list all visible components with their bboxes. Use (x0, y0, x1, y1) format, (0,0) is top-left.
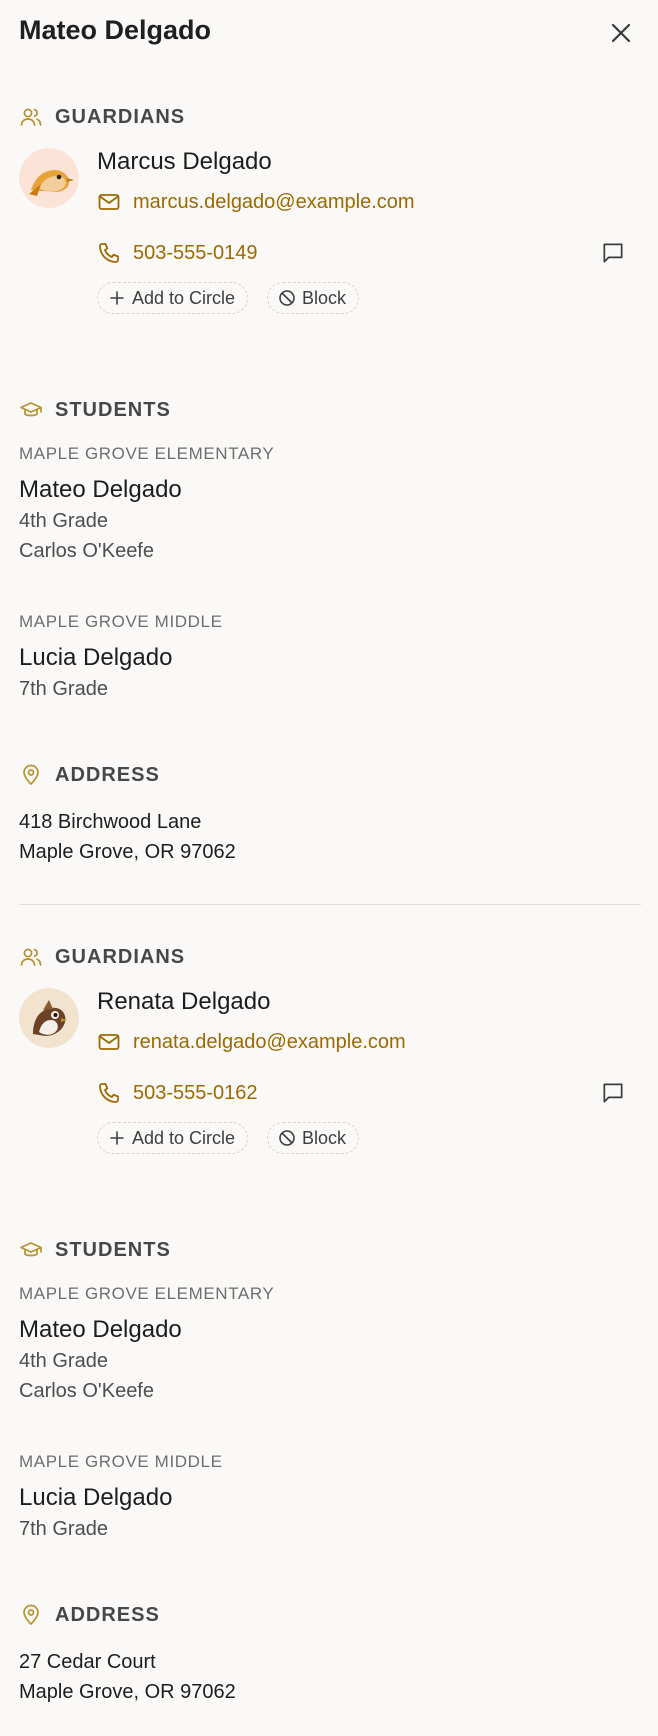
divider (19, 904, 641, 905)
guardian-name: Renata Delgado (97, 988, 271, 1015)
avatar (19, 148, 79, 208)
guardian-phone: 503-555-0162 (133, 1081, 258, 1104)
graduation-cap-icon (20, 402, 42, 417)
section-title: ADDRESS (55, 1603, 160, 1626)
guardian-email: marcus.delgado@example.com (133, 190, 415, 213)
map-pin-icon (23, 764, 39, 785)
email-link[interactable]: marcus.delgado@example.com (97, 188, 415, 216)
users-icon (20, 948, 42, 966)
section-title: STUDENTS (55, 1238, 171, 1261)
address-header: ADDRESS (19, 1602, 639, 1628)
address-line2: Maple Grove, OR 97062 (19, 841, 236, 863)
student-teacher: Carlos O'Keefe (19, 540, 154, 562)
page-title: Mateo Delgado (19, 15, 212, 45)
panel-header: Mateo Delgado (0, 0, 658, 66)
message-button[interactable] (600, 240, 626, 266)
block-button[interactable]: Block (267, 1122, 360, 1154)
student-name[interactable]: Mateo Delgado (19, 476, 182, 504)
map-pin-icon (23, 1604, 39, 1625)
users-icon (20, 108, 42, 126)
guardians-header: GUARDIANS (19, 104, 639, 130)
student-name[interactable]: Lucia Delgado (19, 1484, 172, 1512)
guardian-card: Marcus Delgado marcus.delgado@example.co… (19, 130, 639, 320)
student-grade: 7th Grade (19, 678, 108, 700)
add-to-circle-button[interactable]: Add to Circle (97, 282, 249, 314)
address-header: ADDRESS (19, 762, 639, 788)
graduation-cap-icon (20, 1242, 42, 1257)
guardians-section: GUARDIANS Marcus Delgado marcus.delgado@… (19, 104, 639, 320)
section-title: GUARDIANS (55, 105, 186, 128)
message-button[interactable] (600, 1080, 626, 1106)
phone-icon (99, 1083, 119, 1103)
student-teacher: Carlos O'Keefe (19, 1380, 154, 1402)
block-icon (279, 1130, 295, 1146)
address-line1: 418 Birchwood Lane (19, 811, 202, 833)
add-to-circle-button[interactable]: Add to Circle (97, 1122, 249, 1154)
phone-link[interactable]: 503-555-0149 (97, 239, 258, 267)
students-section: STUDENTS MAPLE GROVE ELEMENTARY Mateo De… (19, 397, 639, 701)
student-school: MAPLE GROVE ELEMENTARY (19, 1284, 275, 1303)
message-icon (603, 243, 623, 263)
add-to-circle-label: Add to Circle (132, 1127, 236, 1148)
student-school: MAPLE GROVE MIDDLE (19, 1452, 223, 1471)
block-label: Block (302, 287, 347, 308)
close-icon (611, 23, 631, 43)
students-header: STUDENTS (19, 397, 639, 423)
students-header: STUDENTS (19, 1237, 639, 1263)
student-grade: 7th Grade (19, 1518, 108, 1540)
message-icon (603, 1083, 623, 1103)
plus-icon (110, 291, 124, 305)
block-button[interactable]: Block (267, 282, 360, 314)
block-icon (279, 290, 295, 306)
email-link[interactable]: renata.delgado@example.com (97, 1028, 406, 1056)
add-to-circle-label: Add to Circle (132, 287, 236, 308)
guardian-phone: 503-555-0149 (133, 241, 258, 264)
mail-icon (98, 1034, 120, 1050)
phone-icon (99, 243, 119, 263)
mail-icon (98, 194, 120, 210)
student-grade: 4th Grade (19, 1350, 108, 1372)
student-name[interactable]: Mateo Delgado (19, 1316, 182, 1344)
section-title: STUDENTS (55, 398, 171, 421)
guardians-header: GUARDIANS (19, 944, 639, 970)
section-title: ADDRESS (55, 763, 160, 786)
block-label: Block (302, 1127, 347, 1148)
contact-detail-panel: Mateo Delgado GUARDIANS Marcus Delgado m… (0, 0, 658, 1736)
close-button[interactable] (606, 18, 636, 48)
student-grade: 4th Grade (19, 510, 108, 532)
avatar (19, 988, 79, 1048)
plus-icon (110, 1131, 124, 1145)
guardian-card: Renata Delgado renata.delgado@example.co… (19, 970, 639, 1160)
student-school: MAPLE GROVE ELEMENTARY (19, 444, 275, 463)
phone-link[interactable]: 503-555-0162 (97, 1079, 258, 1107)
address-section: ADDRESS 418 Birchwood Lane Maple Grove, … (19, 762, 639, 872)
section-title: GUARDIANS (55, 945, 186, 968)
student-school: MAPLE GROVE MIDDLE (19, 612, 223, 631)
address-line1: 27 Cedar Court (19, 1651, 156, 1673)
address-section: ADDRESS 27 Cedar Court Maple Grove, OR 9… (19, 1602, 639, 1712)
address-line2: Maple Grove, OR 97062 (19, 1681, 236, 1703)
student-name[interactable]: Lucia Delgado (19, 644, 172, 672)
guardian-name: Marcus Delgado (97, 148, 272, 175)
students-section: STUDENTS MAPLE GROVE ELEMENTARY Mateo De… (19, 1237, 639, 1541)
guardians-section: GUARDIANS Renata Delgado renata.delgado@… (19, 944, 639, 1160)
guardian-email: renata.delgado@example.com (133, 1030, 406, 1053)
